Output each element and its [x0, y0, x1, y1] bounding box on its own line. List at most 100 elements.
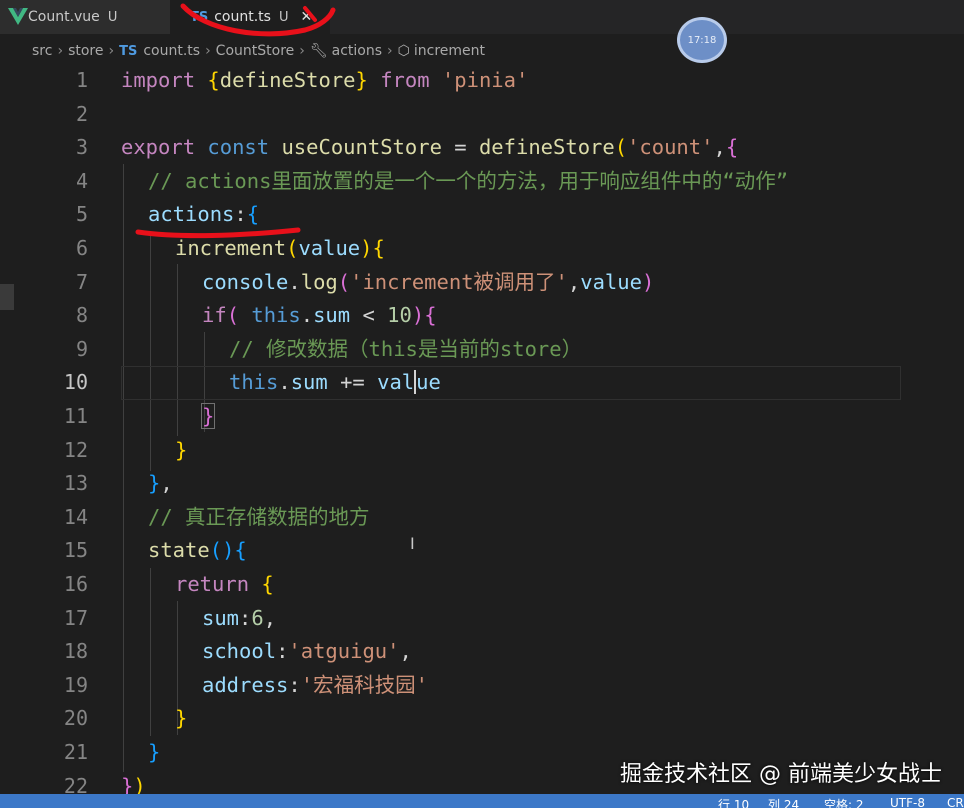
breadcrumb-item-src[interactable]: src: [32, 43, 52, 59]
code-line-9: // 修改数据（this是当前的store）: [229, 333, 582, 367]
line-number: 20: [63, 706, 88, 731]
token: return: [175, 572, 250, 596]
code-editor[interactable]: 1 2 3 4 5 6 7 8 9 10 11 12 13 14 15 16 1…: [0, 64, 964, 794]
breadcrumb-item-actions[interactable]: actions: [332, 43, 382, 59]
token: 'increment被调用了': [350, 269, 568, 294]
untracked-badge: U: [278, 9, 289, 25]
token: ): [360, 236, 373, 260]
token: from: [380, 68, 430, 92]
code-line-18: school:'atguigu',: [202, 635, 412, 669]
status-bar: 行 10 列 24 空格: 2 UTF-8 CR: [0, 794, 964, 808]
token: sum: [202, 605, 240, 630]
code-line-20: }: [175, 702, 187, 736]
line-number: 1: [75, 68, 88, 92]
breadcrumb-item-increment[interactable]: increment: [414, 43, 485, 59]
token: }: [148, 740, 161, 764]
breadcrumb: src › store › TS count.ts › CountStore ›…: [0, 34, 964, 68]
code-line-17: sum:6,: [202, 602, 276, 636]
line-number: 11: [63, 404, 88, 428]
token: 'pinia': [441, 68, 529, 92]
line-number: 9: [75, 336, 88, 361]
code-line-22: }): [121, 770, 146, 794]
token: :: [239, 605, 252, 630]
status-eol[interactable]: CR: [947, 796, 964, 808]
code-line-16: return {: [175, 568, 274, 602]
line-number: 18: [63, 639, 88, 664]
token: ): [222, 538, 235, 563]
token: :: [288, 672, 301, 697]
token: ,: [713, 135, 726, 160]
time-indicator: 17:18: [677, 17, 727, 63]
token: 10: [387, 303, 412, 328]
breadcrumb-item-countstore[interactable]: CountStore: [216, 43, 295, 59]
line-number: 8: [75, 303, 88, 328]
token: value: [298, 236, 361, 260]
line-number: 21: [63, 740, 88, 764]
comment: // 真正存储数据的地方: [148, 504, 370, 529]
code-line-1: import {defineStore} from 'pinia': [121, 64, 528, 98]
line-number: 7: [75, 269, 88, 294]
token: :: [234, 202, 247, 227]
code-line-19: address:'宏福科技园': [202, 669, 428, 703]
code-line-6: increment(value){: [175, 232, 385, 266]
status-line[interactable]: 行 10: [718, 796, 749, 808]
token: 'atguigu': [288, 639, 400, 664]
token: (: [337, 269, 351, 294]
token: val: [377, 370, 415, 395]
status-encoding[interactable]: UTF-8: [890, 796, 925, 808]
token: .: [278, 370, 291, 395]
line-number: 16: [63, 572, 88, 596]
chevron-right-icon: ›: [387, 43, 393, 59]
tab-count-vue[interactable]: Count.vue U: [0, 0, 170, 34]
token: ue: [416, 370, 441, 395]
line-number: 13: [63, 471, 88, 496]
token: 6: [251, 605, 264, 630]
breadcrumb-item-file[interactable]: count.ts: [143, 43, 200, 59]
token: (: [226, 303, 240, 328]
token: actions: [148, 202, 235, 227]
token: '宏福科技园': [300, 672, 428, 697]
token: useCountStore: [281, 135, 442, 160]
code-line-21: }: [148, 736, 160, 770]
token: {: [261, 572, 274, 596]
token: ): [133, 773, 146, 794]
line-number: 14: [63, 504, 88, 529]
token: .: [288, 269, 301, 294]
token: {: [246, 202, 260, 227]
token: }: [200, 403, 216, 429]
token: }: [121, 773, 134, 794]
close-icon[interactable]: ✕: [300, 9, 312, 25]
chevron-right-icon: ›: [299, 43, 305, 59]
code-line-10: this.sum += value: [229, 366, 441, 400]
token: ,: [160, 471, 173, 496]
token: import: [121, 68, 196, 92]
line-number: 12: [63, 437, 88, 462]
token: =: [454, 135, 467, 160]
token: console: [202, 269, 289, 294]
code-line-4: // actions里面放置的是一个一个的方法，用于响应组件中的“动作”: [148, 165, 788, 199]
token: :: [276, 639, 289, 664]
code-line-15: state(){: [148, 534, 247, 568]
chevron-right-icon: ›: [57, 43, 64, 59]
token: ): [411, 303, 425, 328]
typescript-badge: TS: [119, 43, 138, 59]
status-column[interactable]: 列 24: [768, 796, 799, 808]
comment: // actions里面放置的是一个一个的方法，用于响应组件中的“动作”: [148, 168, 789, 193]
code-line-3: export const useCountStore = defineStore…: [121, 131, 738, 165]
token: (: [614, 135, 628, 160]
token: export: [121, 135, 196, 160]
token: 'count': [627, 135, 714, 160]
line-number: 6: [75, 236, 88, 260]
breadcrumb-item-store[interactable]: store: [68, 43, 103, 59]
token: +=: [340, 370, 365, 395]
token: }: [175, 437, 188, 462]
status-indent[interactable]: 空格: 2: [824, 796, 864, 808]
tab-count-ts[interactable]: TS count.ts U ✕: [170, 0, 330, 34]
token: this: [229, 370, 279, 395]
token: this: [251, 303, 301, 328]
tab-label: Count.vue: [28, 9, 100, 25]
token: ,: [399, 639, 412, 664]
tab-label: count.ts: [214, 9, 271, 25]
code-line-5: actions:{: [148, 198, 259, 232]
line-number: 4: [75, 168, 88, 193]
